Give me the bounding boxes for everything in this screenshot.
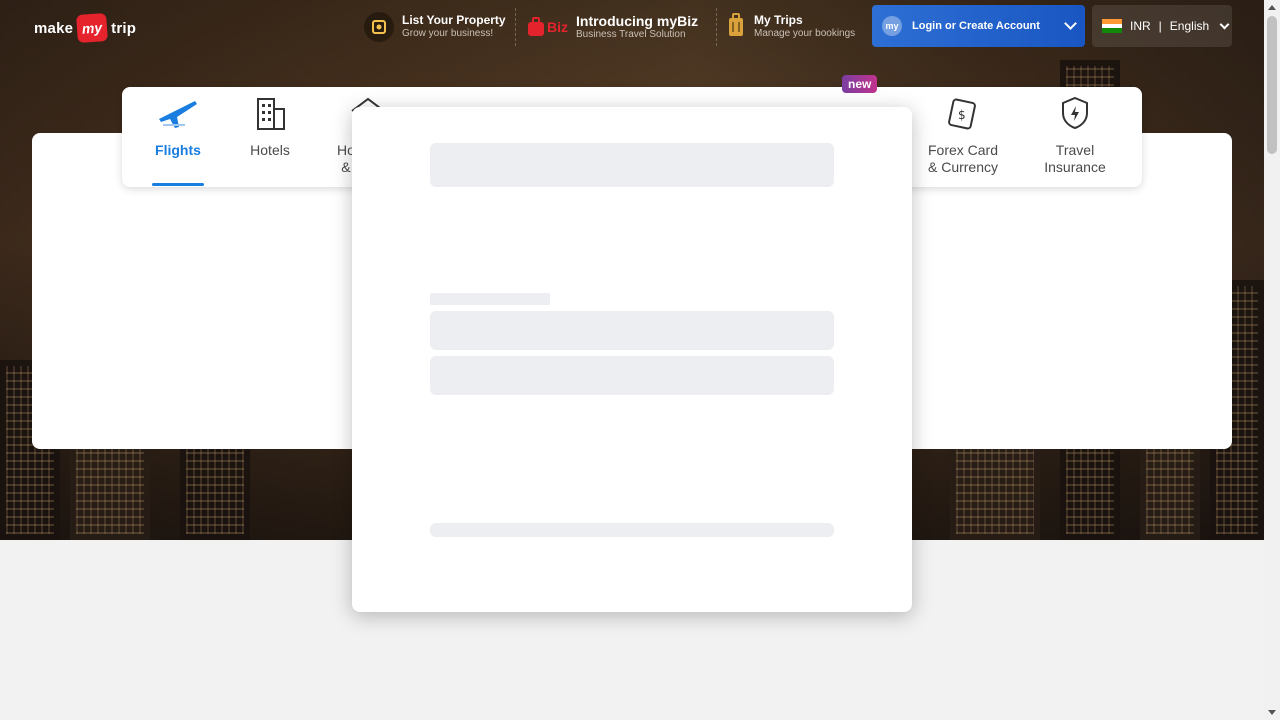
scroll-down-arrow-icon[interactable] [1268,710,1276,715]
chevron-down-icon [1064,17,1077,30]
header-divider [515,8,516,46]
nav-tab-hotels[interactable]: Hotels [225,95,315,159]
mybiz-title: Introducing myBiz [576,13,699,30]
list-property-subtitle: Grow your business! [402,28,494,40]
forex-card-icon: $ [945,95,981,136]
property-icon [364,12,394,42]
page-scrollbar[interactable] [1264,0,1280,720]
new-badge: new [842,75,878,93]
nav-label-hotels: Hotels [250,142,290,158]
login-create-account-button[interactable]: my Login or Create Account [872,5,1085,47]
nav-tab-insurance[interactable]: Travel Insurance [1030,95,1120,176]
login-button-label: Login or Create Account [912,20,1040,32]
my-trips-title: My Trips [754,13,803,28]
list-property-link[interactable]: List Your Property Grow your business! [364,8,506,46]
nav-label-flights: Flights [155,142,201,158]
user-avatar-icon: my [882,16,902,36]
active-tab-indicator [152,183,204,186]
mybiz-link[interactable]: Biz Introducing myBiz Business Travel So… [527,8,698,46]
insurance-shield-icon [1057,95,1093,136]
nav-label-insurance: Travel Insurance [1044,142,1106,175]
nav-tab-flights[interactable]: Flights [133,95,223,159]
mybiz-subtitle: Business Travel Solution [576,29,686,41]
scrollbar-thumb[interactable] [1267,16,1277,154]
logo-text-trip: trip [111,19,137,37]
makemytrip-logo[interactable]: make my trip [34,12,137,44]
airplane-icon [155,95,201,136]
header-divider [716,8,717,46]
skeleton-input-field [430,311,834,350]
currency-language-selector[interactable]: INR | English [1092,5,1232,47]
list-property-title: List Your Property [402,13,506,28]
hotel-building-icon [250,95,290,136]
logo-text-my: my [76,12,109,44]
scroll-up-arrow-icon[interactable] [1268,5,1276,10]
my-trips-link[interactable]: My Trips Manage your bookings [726,8,855,46]
skeleton-input-field [430,356,834,395]
chevron-down-icon [1219,19,1230,30]
nav-label-forex: Forex Card & Currency [927,142,999,175]
suitcase-icon [726,12,746,43]
loading-modal [352,107,912,612]
skeleton-footer-bar [430,523,834,537]
currency-value: INR [1130,19,1151,33]
india-flag-icon [1102,19,1122,34]
locale-separator: | [1158,19,1162,33]
skeleton-label [430,293,550,305]
language-value: English [1169,19,1210,33]
skeleton-header-bar [430,143,834,187]
svg-text:$: $ [958,108,966,122]
nav-tab-forex[interactable]: $ Forex Card & Currency [918,95,1008,176]
my-trips-subtitle: Manage your bookings [754,28,856,40]
mybiz-icon: Biz [527,17,568,37]
logo-text-make: make [34,19,74,37]
mybiz-badge: Biz [547,19,568,35]
